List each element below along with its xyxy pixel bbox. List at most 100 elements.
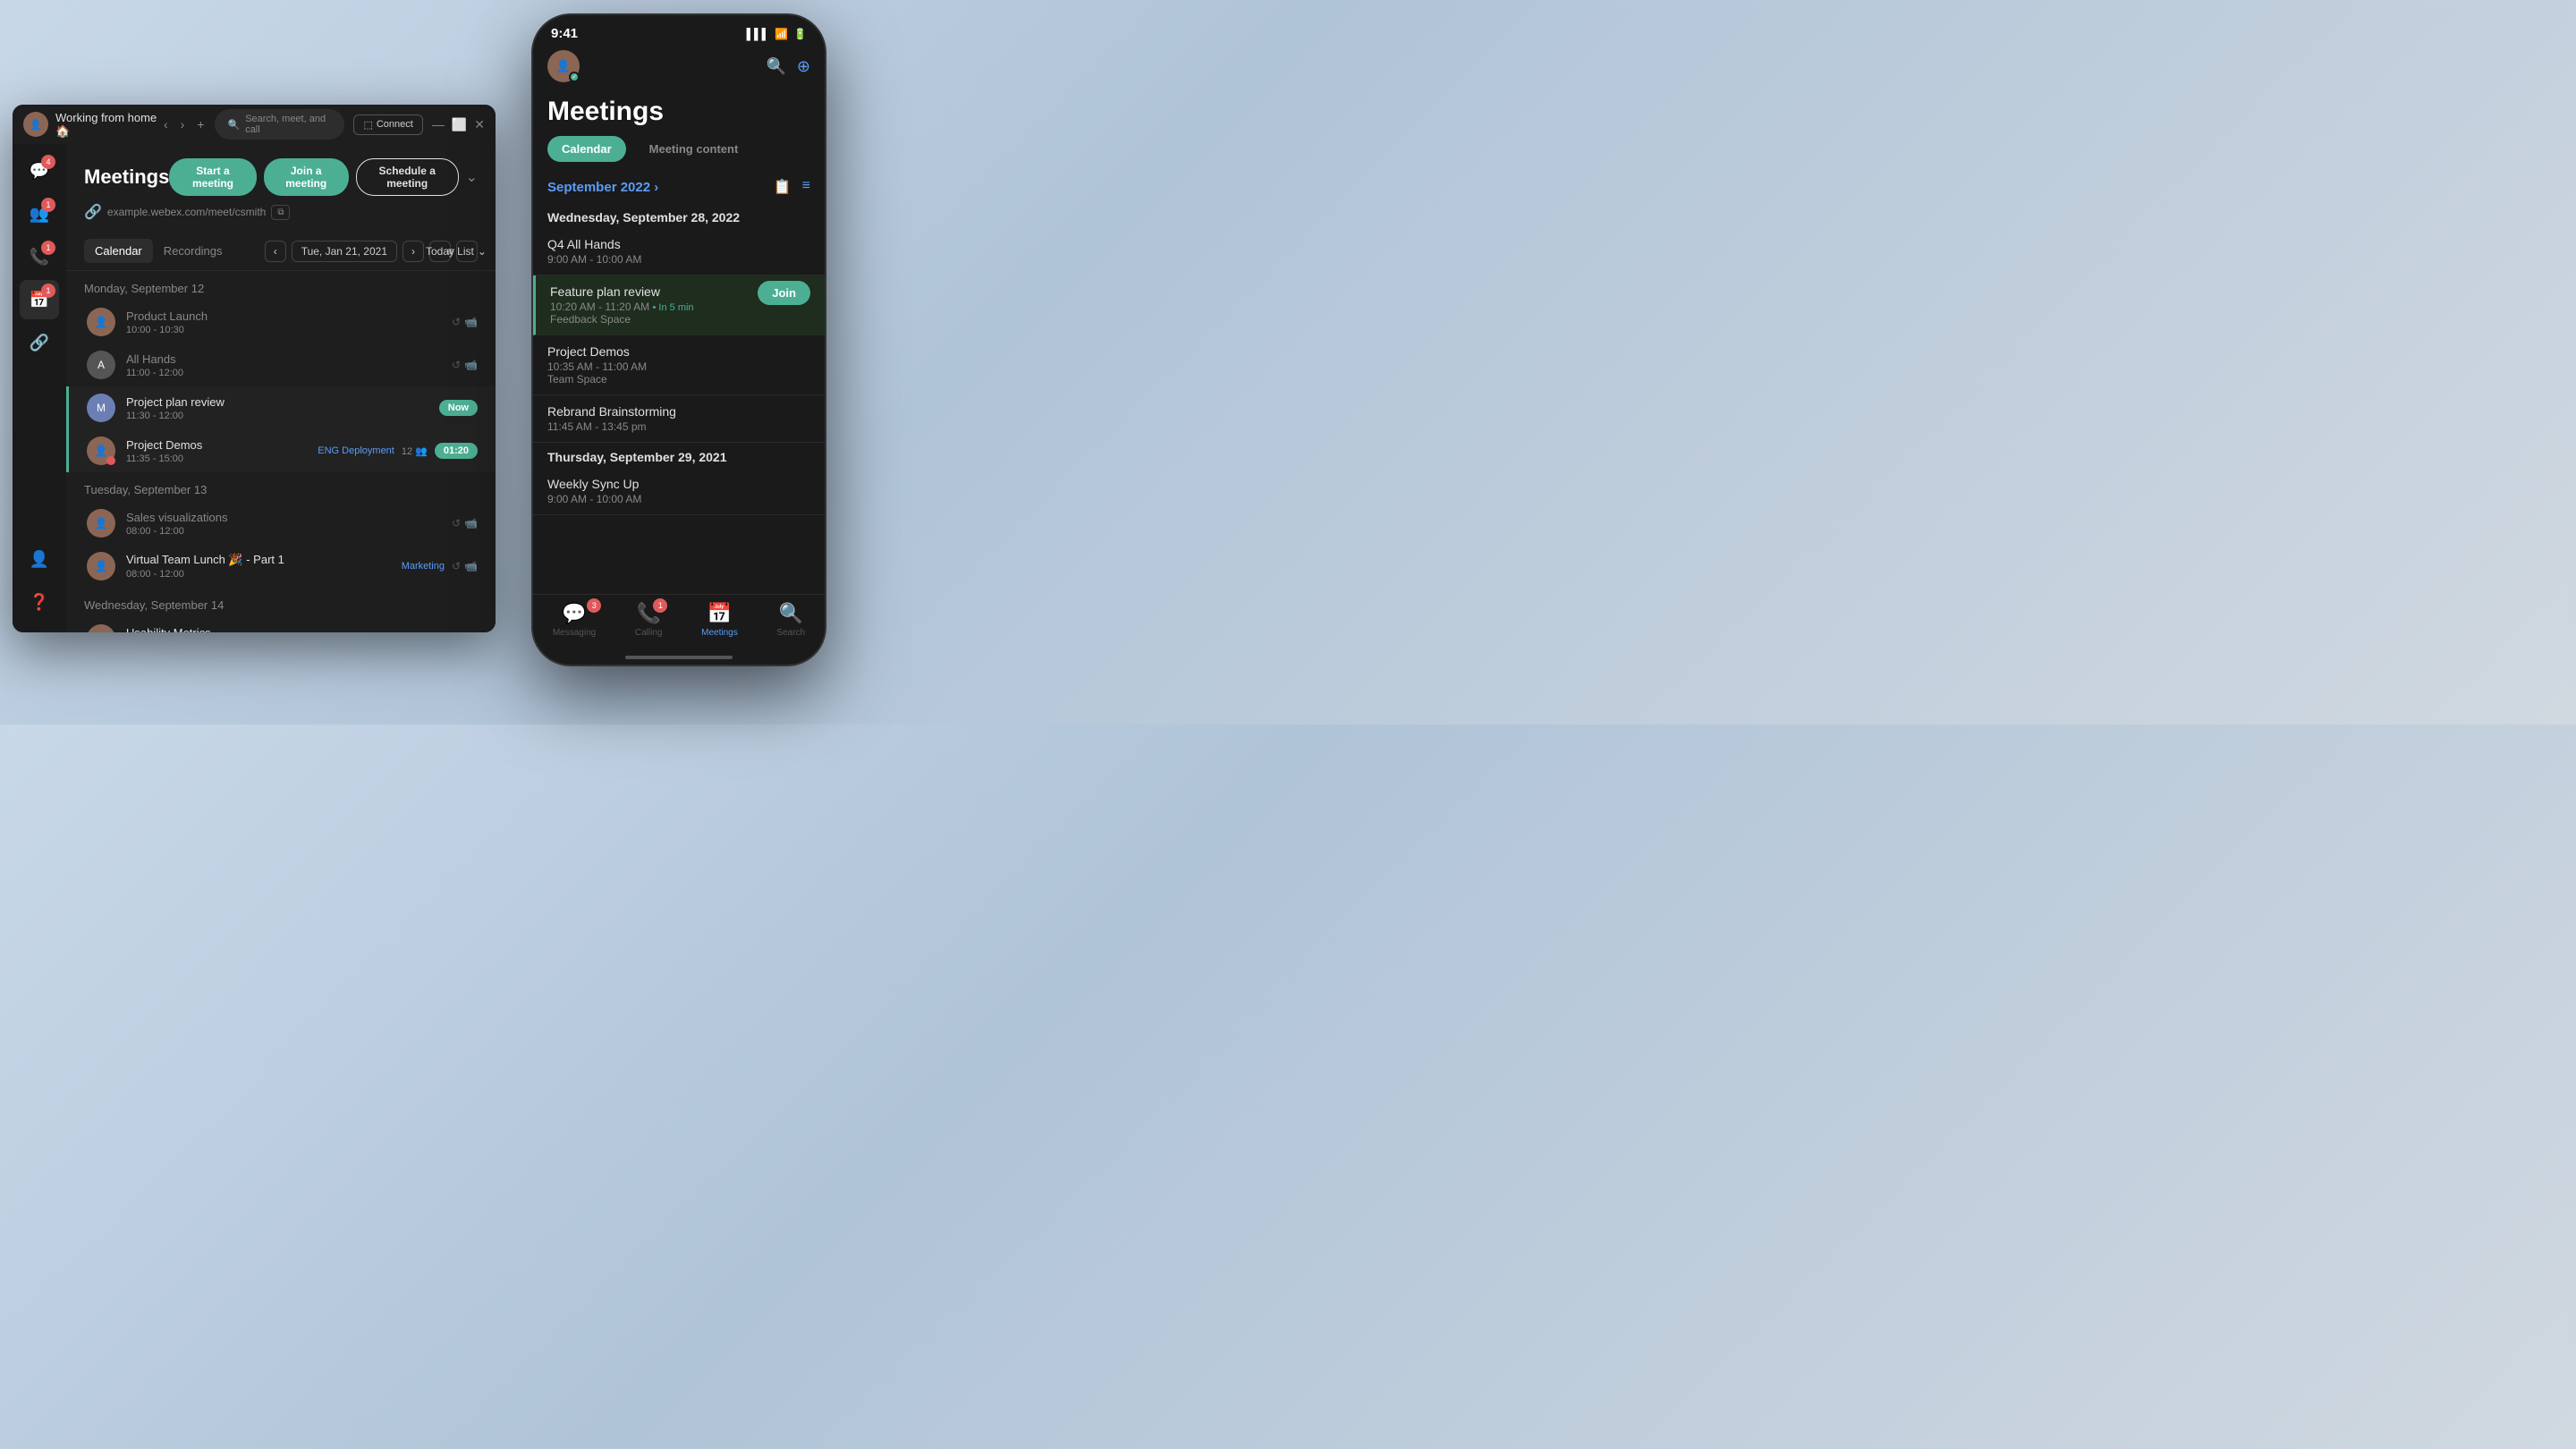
meeting-info: Usability Metrics 09:00 - 10:00 [126, 626, 452, 633]
messaging-nav-label: Messaging [553, 628, 596, 638]
list-button[interactable]: ≡ List ⌄ [456, 241, 478, 262]
meeting-name: Virtual Team Lunch 🎉 - Part 1 [126, 553, 402, 567]
search-icon[interactable]: 🔍 [766, 57, 785, 76]
phone-meeting-time: 9:00 AM - 10:00 AM [547, 253, 810, 266]
sidebar-item-apps[interactable]: 🔗 [20, 323, 59, 362]
phone-meeting-weekly-sync[interactable]: Weekly Sync Up 9:00 AM - 10:00 AM [533, 468, 825, 515]
phone-join-button[interactable]: Join [758, 281, 810, 305]
sidebar-item-messaging[interactable]: 💬 4 [20, 151, 59, 191]
phone-meeting-row: Feature plan review 10:20 AM - 11:20 AM … [550, 284, 810, 326]
nav-item-meetings[interactable]: 📅 Meetings [701, 602, 738, 638]
avatar: A [87, 351, 115, 379]
avatar: 👤 [87, 552, 115, 580]
calling-nav-badge: 1 [653, 598, 667, 613]
phone-view-icons: 📋 ≡ [774, 178, 810, 196]
phone-meeting-name: Q4 All Hands [547, 237, 810, 251]
desktop-app-window: 👤 Working from home 🏠 ‹ › + 🔍 Search, me… [13, 105, 496, 632]
phone-meeting-time: 10:20 AM - 11:20 AM • In 5 min [550, 301, 694, 313]
search-bar[interactable]: 🔍 Search, meet, and call [215, 109, 344, 140]
meeting-item[interactable]: 👤 Product Launch 10:00 - 10:30 ↺ 📹 [66, 301, 496, 343]
main-content: Meetings Start a meeting Join a meeting … [66, 144, 496, 632]
nav-item-calling[interactable]: 📞 1 Calling [635, 602, 663, 638]
nav-item-search[interactable]: 🔍 Search [776, 602, 805, 638]
meeting-info: Virtual Team Lunch 🎉 - Part 1 08:00 - 12… [126, 553, 402, 580]
meeting-name: All Hands [126, 352, 452, 366]
meeting-right: ENG Deployment 12 👥 01:20 [318, 443, 478, 459]
schedule-meeting-button[interactable]: Schedule a meeting [356, 158, 459, 196]
meeting-link-text: example.webex.com/meet/csmith [107, 206, 266, 218]
status-dot: ✓ [569, 72, 580, 82]
nav-forward-button[interactable]: › [177, 115, 189, 133]
calendar-tab[interactable]: Calendar [84, 239, 153, 263]
phone-meeting-feature-plan[interactable]: Feature plan review 10:20 AM - 11:20 AM … [533, 275, 825, 335]
phone-meeting-rebrand[interactable]: Rebrand Brainstorming 11:45 AM - 13:45 p… [533, 395, 825, 443]
messaging-nav-badge: 3 [587, 598, 601, 613]
meeting-item-usability[interactable]: 👤 Usability Metrics 09:00 - 10:00 ↺ 📹 [66, 617, 496, 632]
meeting-item-project-demos[interactable]: 👤 Project Demos 11:35 - 15:00 ENG Deploy… [66, 429, 496, 472]
phone-calendar-tab[interactable]: Calendar [547, 136, 626, 162]
space-tag-eng[interactable]: ENG Deployment [318, 445, 394, 456]
close-button[interactable]: ✕ [474, 117, 485, 132]
connect-icon: ⬚ [363, 119, 372, 131]
search-placeholder: Search, meet, and call [245, 114, 332, 135]
app-body: 💬 4 👥 1 📞 1 📅 1 🔗 👤 ❓ [13, 144, 496, 632]
signal-icon: ▌▌▌ [747, 28, 770, 40]
sidebar-item-people[interactable]: 👥 1 [20, 194, 59, 233]
meeting-item-sales[interactable]: 👤 Sales visualizations 08:00 - 12:00 ↺ 📹 [66, 502, 496, 545]
phone-meeting-q4[interactable]: Q4 All Hands 9:00 AM - 10:00 AM [533, 228, 825, 275]
maximize-button[interactable]: ⬜ [452, 117, 467, 132]
meeting-item-project-plan[interactable]: M Project plan review 11:30 - 12:00 Now [66, 386, 496, 429]
phone-meeting-content-tab[interactable]: Meeting content [635, 136, 753, 162]
connect-label: Connect [377, 119, 413, 130]
home-indicator [625, 656, 733, 659]
meetings-header: Meetings Start a meeting Join a meeting … [66, 144, 496, 232]
recordings-tab[interactable]: Recordings [153, 239, 233, 263]
join-meeting-button[interactable]: Join a meeting [264, 158, 349, 196]
minimize-button[interactable]: — [432, 117, 445, 132]
people-badge: 1 [41, 198, 55, 212]
phone-day-header-sep28: Wednesday, September 28, 2022 [533, 203, 825, 228]
list-chevron-icon: ⌄ [478, 245, 487, 258]
date-next-button[interactable]: › [402, 241, 424, 262]
meeting-name: Sales visualizations [126, 511, 452, 524]
phone-month-text[interactable]: September 2022 › [547, 180, 658, 195]
copy-link-button[interactable]: ⧉ [271, 205, 290, 220]
phone-meeting-time: 11:45 AM - 13:45 pm [547, 420, 810, 433]
meeting-name: Product Launch [126, 309, 452, 323]
camera-icon: 📹 [464, 517, 478, 530]
meeting-info: Project Demos 11:35 - 15:00 [126, 438, 318, 464]
phone-meeting-time: 10:35 AM - 11:00 AM [547, 360, 810, 373]
meeting-time: 10:00 - 10:30 [126, 325, 452, 335]
meeting-item[interactable]: A All Hands 11:00 - 12:00 ↺ 📹 [66, 343, 496, 386]
header-buttons: Start a meeting Join a meeting Schedule … [169, 158, 478, 196]
connect-button[interactable]: ⬚ Connect [353, 114, 422, 135]
recurrence-icon: ↺ [452, 517, 461, 530]
title-bar: 👤 Working from home 🏠 ‹ › + 🔍 Search, me… [13, 105, 496, 144]
sidebar-item-meetings[interactable]: 📅 1 [20, 280, 59, 319]
sidebar-item-help[interactable]: ❓ [20, 582, 59, 622]
recurrence-icon: ↺ [452, 316, 461, 328]
meetings-title-row: Meetings Start a meeting Join a meeting … [84, 158, 478, 196]
add-icon[interactable]: ⊕ [797, 57, 810, 76]
start-meeting-button[interactable]: Start a meeting [169, 158, 256, 196]
sidebar-item-contacts[interactable]: 👤 [20, 539, 59, 579]
meeting-name: Project plan review [126, 395, 439, 409]
phone-month-header: September 2022 › 📋 ≡ [533, 171, 825, 203]
meetings-nav-icon: 📅 [708, 602, 732, 625]
sidebar-item-calls[interactable]: 📞 1 [20, 237, 59, 276]
list-view-icon[interactable]: ≡ [802, 178, 810, 196]
calendar-view-icon[interactable]: 📋 [774, 178, 792, 196]
meeting-item-virtual-lunch[interactable]: 👤 Virtual Team Lunch 🎉 - Part 1 08:00 - … [66, 545, 496, 588]
user-avatar[interactable]: 👤 [23, 112, 48, 137]
phone-meeting-project-demos[interactable]: Project Demos 10:35 AM - 11:00 AM Team S… [533, 335, 825, 395]
date-prev-button[interactable]: ‹ [265, 241, 286, 262]
nav-item-messaging[interactable]: 💬 3 Messaging [553, 602, 596, 638]
meeting-info: All Hands 11:00 - 12:00 [126, 352, 452, 378]
space-tag-marketing[interactable]: Marketing [402, 561, 445, 572]
meeting-right: Now [439, 400, 478, 416]
header-dropdown-button[interactable]: ⌄ [466, 168, 478, 186]
nav-back-button[interactable]: ‹ [160, 115, 172, 133]
meeting-icons: ↺ 📹 [452, 560, 478, 572]
phone-meeting-space: Team Space [547, 373, 810, 386]
nav-add-button[interactable]: + [193, 115, 208, 133]
